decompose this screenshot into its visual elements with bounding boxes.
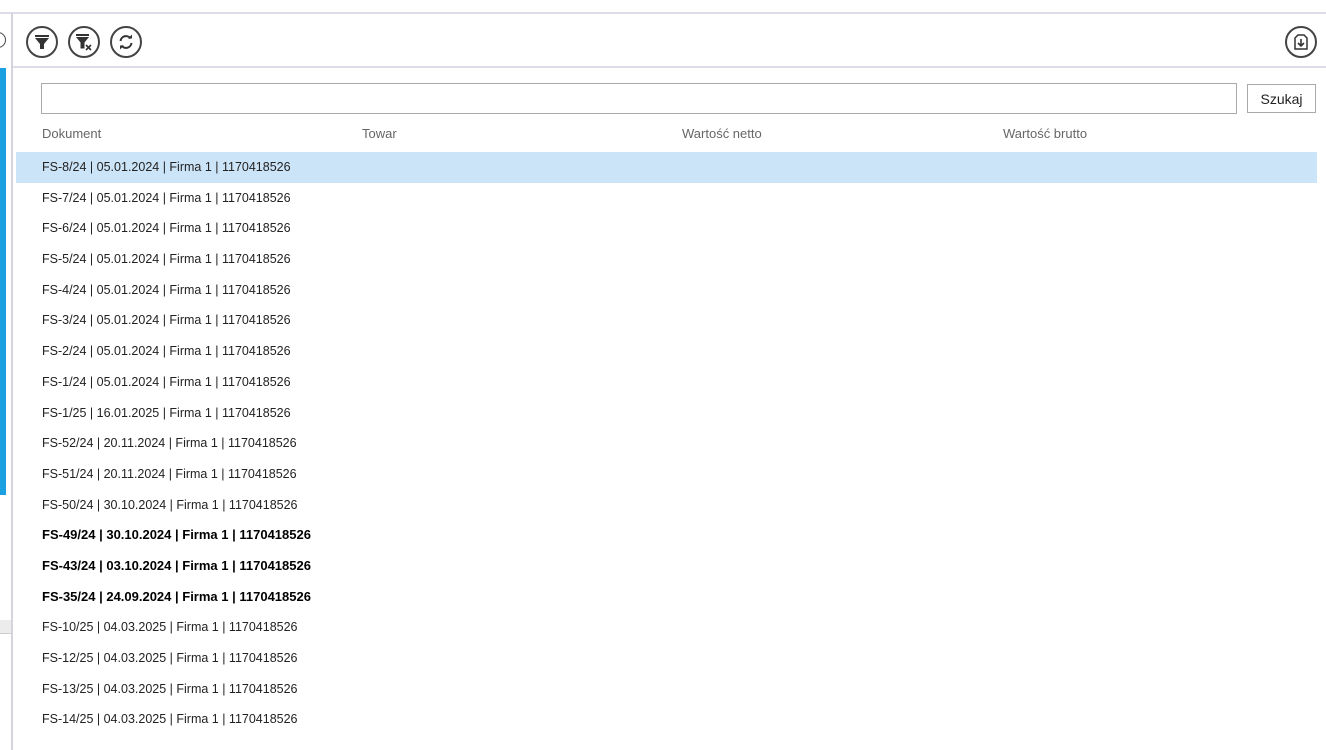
table-row[interactable]: FS-2/24 | 05.01.2024 | Firma 1 | 1170418… [16,336,1317,367]
column-header-gross-value[interactable]: Wartość brutto [1003,126,1087,141]
search-button[interactable]: Szukaj [1247,84,1316,113]
table-row[interactable]: FS-6/24 | 05.01.2024 | Firma 1 | 1170418… [16,213,1317,244]
panel-divider[interactable] [11,13,13,750]
left-panel-button[interactable] [0,32,6,48]
left-panel-item[interactable] [0,620,11,634]
table-row[interactable]: FS-8/24 | 05.01.2024 | Firma 1 | 1170418… [16,152,1317,183]
toolbar [13,14,1326,68]
table-row[interactable]: FS-1/24 | 05.01.2024 | Firma 1 | 1170418… [16,367,1317,398]
table-row[interactable]: FS-14/25 | 04.03.2025 | Firma 1 | 117041… [16,704,1317,735]
left-panel-accent [0,68,6,495]
table-row[interactable]: FS-52/24 | 20.11.2024 | Firma 1 | 117041… [16,428,1317,459]
column-header-document[interactable]: Dokument [42,126,101,141]
table-row[interactable]: FS-3/24 | 05.01.2024 | Firma 1 | 1170418… [16,305,1317,336]
table-row[interactable]: FS-4/24 | 05.01.2024 | Firma 1 | 1170418… [16,275,1317,306]
filter-icon [35,35,49,49]
table-row[interactable]: FS-5/24 | 05.01.2024 | Firma 1 | 1170418… [16,244,1317,275]
table-row[interactable]: FS-35/24 | 24.09.2024 | Firma 1 | 117041… [16,582,1317,613]
export-icon [1294,34,1308,50]
refresh-button[interactable] [110,26,142,58]
table-row[interactable]: FS-43/24 | 03.10.2024 | Firma 1 | 117041… [16,551,1317,582]
table-row[interactable]: FS-50/24 | 30.10.2024 | Firma 1 | 117041… [16,490,1317,521]
table-row[interactable]: FS-12/25 | 04.03.2025 | Firma 1 | 117041… [16,643,1317,674]
table-row[interactable]: FS-1/25 | 16.01.2025 | Firma 1 | 1170418… [16,398,1317,429]
table-row[interactable]: FS-51/24 | 20.11.2024 | Firma 1 | 117041… [16,459,1317,490]
table-row[interactable]: FS-7/24 | 05.01.2024 | Firma 1 | 1170418… [16,183,1317,214]
table-row[interactable]: FS-10/25 | 04.03.2025 | Firma 1 | 117041… [16,612,1317,643]
refresh-icon [119,34,133,50]
filter-button[interactable] [26,26,58,58]
table-row[interactable]: FS-13/25 | 04.03.2025 | Firma 1 | 117041… [16,674,1317,705]
column-header-product[interactable]: Towar [362,126,397,141]
search-input[interactable] [41,83,1237,114]
table-row[interactable]: FS-49/24 | 30.10.2024 | Firma 1 | 117041… [16,520,1317,551]
clear-filter-button[interactable] [68,26,100,58]
export-button[interactable] [1285,26,1317,58]
clear-filter-icon [76,34,92,51]
document-list: FS-8/24 | 05.01.2024 | Firma 1 | 1170418… [16,152,1317,735]
column-header-net-value[interactable]: Wartość netto [682,126,762,141]
